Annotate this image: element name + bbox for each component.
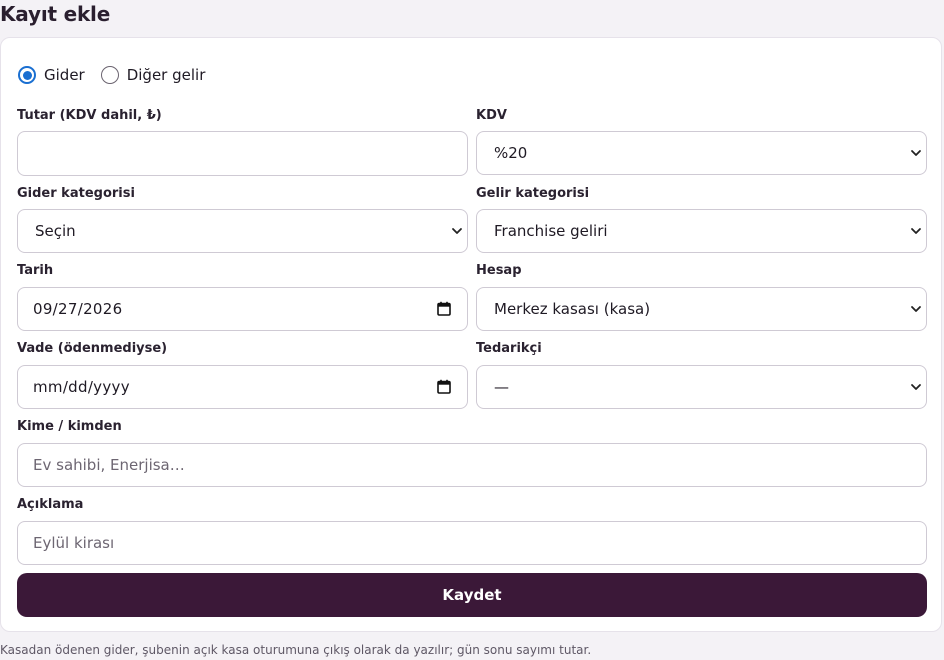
account-selected-value: Merkez kasası (kasa)	[494, 300, 651, 318]
radio-option-expense[interactable]: Gider	[18, 66, 85, 84]
chevron-down-icon	[911, 150, 921, 156]
expense-category-select[interactable]: Seçin	[17, 209, 468, 253]
account-label: Hesap	[476, 263, 522, 278]
chevron-down-icon	[452, 228, 462, 234]
amount-label: Tutar (KDV dahil, ₺)	[17, 108, 162, 123]
description-placeholder: Eylül kirası	[33, 534, 115, 552]
supplier-select[interactable]: —	[476, 365, 927, 409]
income-category-selected-value: Franchise geliri	[494, 222, 608, 240]
radio-expense[interactable]	[18, 66, 36, 84]
account-select[interactable]: Merkez kasası (kasa)	[476, 287, 927, 331]
income-category-select[interactable]: Franchise geliri	[476, 209, 927, 253]
due-date-input[interactable]: mm/dd/yyyy	[17, 365, 468, 409]
income-category-label: Gelir kategorisi	[476, 186, 590, 201]
calendar-icon[interactable]	[437, 379, 451, 394]
expense-category-selected-value: Seçin	[35, 222, 76, 240]
chevron-down-icon	[911, 306, 921, 312]
due-date-label: Vade (ödenmediyse)	[17, 341, 168, 356]
counterparty-label: Kime / kimden	[17, 419, 122, 434]
radio-other-income[interactable]	[100, 66, 119, 84]
counterparty-placeholder: Ev sahibi, Enerjisa…	[33, 456, 185, 474]
chevron-down-icon	[911, 384, 921, 390]
record-type-selector: Gider Diğer gelir	[18, 66, 221, 84]
save-button[interactable]: Kaydet	[17, 573, 927, 617]
chevron-down-icon	[911, 228, 921, 234]
expense-category-label: Gider kategorisi	[17, 186, 135, 201]
vat-select[interactable]: %20	[476, 131, 927, 175]
cash-session-note: Kasadan ödenen gider, şubenin açık kasa …	[0, 643, 592, 657]
supplier-label: Tedarikçi	[476, 341, 542, 356]
radio-expense-label: Gider	[44, 66, 85, 84]
amount-input[interactable]	[17, 131, 468, 176]
description-label: Açıklama	[17, 497, 84, 512]
date-label: Tarih	[17, 263, 54, 278]
description-input[interactable]: Eylül kirası	[17, 521, 927, 565]
page-title: Kayıt ekle	[0, 2, 111, 26]
date-value: 09/27/2026	[33, 300, 123, 318]
counterparty-input[interactable]: Ev sahibi, Enerjisa…	[17, 443, 927, 487]
add-record-form: Gider Diğer gelir Tutar (KDV dahil, ₺) K…	[0, 37, 942, 632]
calendar-icon[interactable]	[437, 301, 451, 316]
vat-selected-value: %20	[494, 144, 528, 162]
supplier-selected-value: —	[494, 378, 509, 396]
vat-label: KDV	[476, 108, 507, 123]
date-input[interactable]: 09/27/2026	[17, 287, 468, 331]
due-date-placeholder: mm/dd/yyyy	[33, 378, 130, 396]
radio-other-income-label: Diğer gelir	[126, 66, 206, 84]
radio-option-other-income[interactable]: Diğer gelir	[100, 66, 206, 84]
